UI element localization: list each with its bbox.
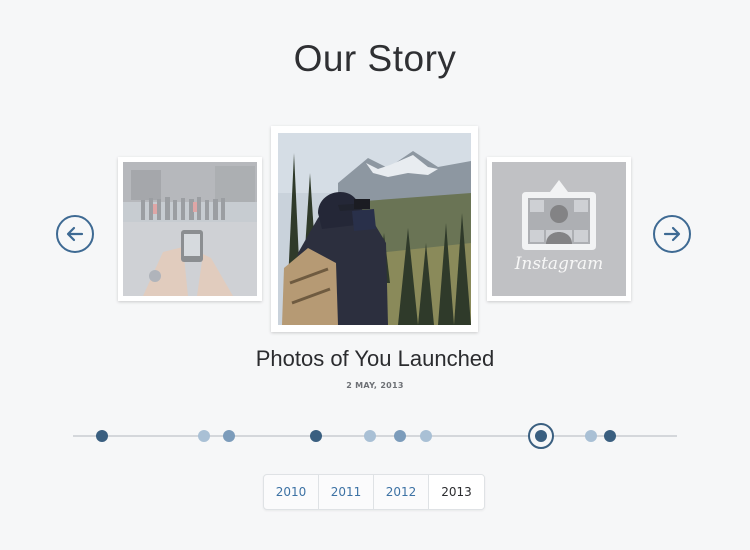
- event-date: 2 MAY, 2013: [346, 381, 404, 390]
- year-tab-2011[interactable]: 2011: [319, 475, 374, 509]
- carousel-card-previous[interactable]: [118, 157, 262, 301]
- next-button[interactable]: [653, 215, 691, 253]
- street-crowd-photo: [123, 162, 257, 296]
- mountain-hiker-photo: [278, 133, 471, 325]
- timeline-dot[interactable]: [604, 430, 616, 442]
- timeline-dot[interactable]: [364, 430, 376, 442]
- arrow-right-icon: [663, 226, 681, 242]
- page-title: Our Story: [293, 38, 457, 79]
- timeline-dot[interactable]: [420, 430, 432, 442]
- instagram-logo-text: Instagram: [514, 254, 604, 274]
- timeline-dot[interactable]: [310, 430, 322, 442]
- timeline-dot[interactable]: [198, 430, 210, 442]
- arrow-left-icon: [66, 226, 84, 242]
- instagram-logo: Instagram: [492, 162, 626, 296]
- carousel-card-current[interactable]: [271, 126, 478, 332]
- timeline-dot[interactable]: [394, 430, 406, 442]
- year-selector: 2010 2011 2012 2013: [263, 474, 485, 510]
- year-tab-2010[interactable]: 2010: [264, 475, 319, 509]
- year-tab-2013[interactable]: 2013: [429, 475, 484, 509]
- timeline-dot[interactable]: [223, 430, 235, 442]
- timeline-dot[interactable]: [585, 430, 597, 442]
- timeline-dot-active[interactable]: [528, 423, 554, 449]
- carousel-card-next[interactable]: Instagram: [487, 157, 631, 301]
- prev-button[interactable]: [56, 215, 94, 253]
- timeline-dot[interactable]: [96, 430, 108, 442]
- event-title: Photos of You Launched: [255, 346, 495, 371]
- year-tab-2012[interactable]: 2012: [374, 475, 429, 509]
